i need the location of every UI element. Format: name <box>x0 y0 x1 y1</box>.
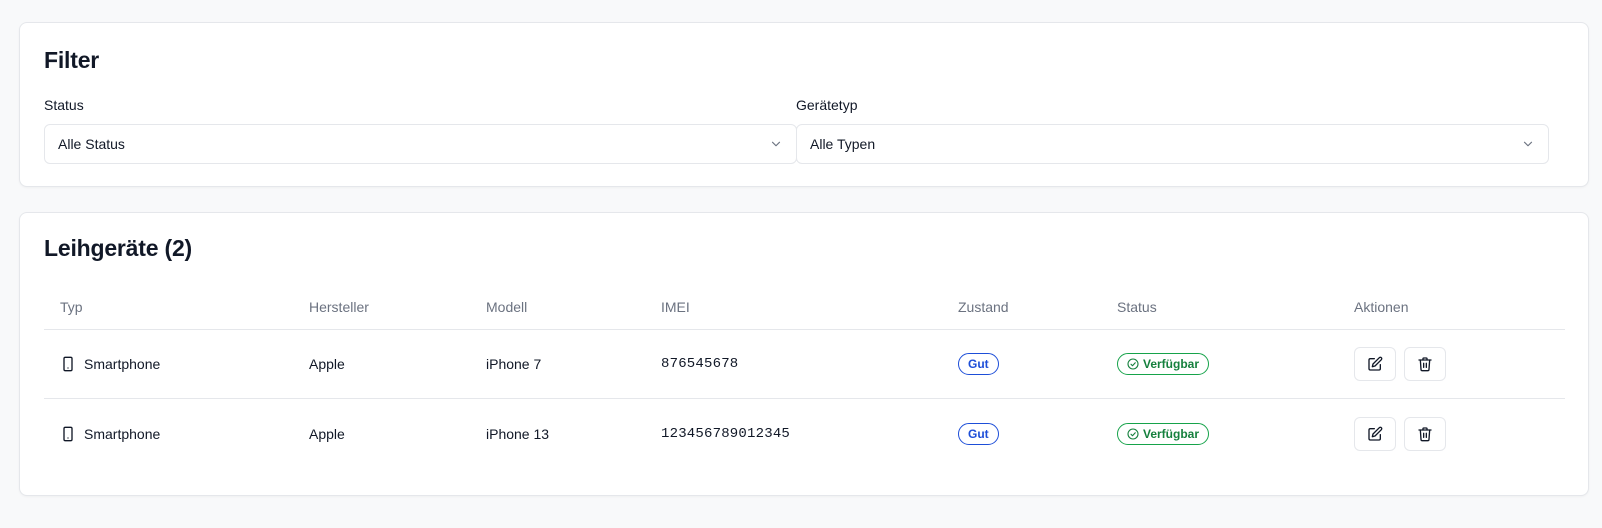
edit-icon <box>1368 426 1383 441</box>
type-cell: Smartphone <box>60 330 160 398</box>
devices-table: Typ Hersteller Modell IMEI Zustand Statu… <box>44 285 1565 468</box>
table-row: Smartphone Apple iPhone 13 1234567890123… <box>44 399 1565 468</box>
condition-badge: Gut <box>958 422 999 445</box>
condition-badge: Gut <box>958 353 999 375</box>
trash-icon <box>1418 426 1432 441</box>
delete-button[interactable] <box>1404 416 1446 451</box>
devices-card: Leihgeräte (2) Typ Hersteller Modell IME… <box>19 212 1589 496</box>
column-header-modell: Modell <box>486 299 528 315</box>
actions-cell <box>1354 330 1454 398</box>
edit-icon <box>1368 356 1383 371</box>
type-text: Smartphone <box>84 356 161 372</box>
status-cell: Verfügbar <box>1117 399 1210 468</box>
table-header: Typ Hersteller Modell IMEI Zustand Statu… <box>44 285 1565 330</box>
filter-title: Filter <box>44 47 100 73</box>
edit-button[interactable] <box>1354 347 1396 381</box>
column-header-hersteller: Hersteller <box>309 299 369 315</box>
chevron-down-icon <box>771 141 781 147</box>
condition-cell: Gut <box>958 330 999 398</box>
imei-cell: 123456789012345 <box>661 425 791 442</box>
condition-cell: Gut <box>958 399 999 468</box>
status-badge: Verfügbar <box>1117 422 1210 445</box>
status-cell: Verfügbar <box>1117 330 1210 398</box>
type-filter-label: Gerätetyp <box>796 97 858 113</box>
edit-button[interactable] <box>1354 416 1396 451</box>
actions-cell <box>1354 399 1454 468</box>
status-filter-select[interactable]: Alle Status <box>44 124 797 164</box>
status-badge: Verfügbar <box>1117 353 1210 375</box>
status-badge-text: Verfügbar <box>1143 426 1200 441</box>
status-filter-value: Alle Status <box>58 136 125 152</box>
delete-button[interactable] <box>1404 347 1446 381</box>
model-cell: iPhone 7 <box>486 356 542 372</box>
imei-cell: 876545678 <box>661 356 739 372</box>
chevron-down-icon <box>1523 141 1533 147</box>
smartphone-icon <box>63 356 73 372</box>
column-header-aktionen: Aktionen <box>1354 299 1409 315</box>
check-circle-icon <box>1127 427 1139 440</box>
column-header-imei: IMEI <box>661 299 690 315</box>
type-filter-select[interactable]: Alle Typen <box>796 124 1549 164</box>
trash-icon <box>1418 357 1432 372</box>
column-header-typ: Typ <box>60 299 83 315</box>
model-cell: iPhone 13 <box>486 425 550 442</box>
column-header-status: Status <box>1117 299 1157 315</box>
type-cell: Smartphone <box>60 399 160 468</box>
status-badge-text: Verfügbar <box>1143 357 1200 371</box>
filter-card: Filter Status Alle Status Gerätetyp Alle… <box>19 22 1589 187</box>
manufacturer-cell: Apple <box>309 356 345 372</box>
manufacturer-cell: Apple <box>309 425 345 442</box>
table-row: Smartphone Apple iPhone 7 876545678 Gut … <box>44 330 1565 399</box>
type-text: Smartphone <box>84 425 161 442</box>
check-circle-icon <box>1127 358 1139 370</box>
smartphone-icon <box>63 426 73 441</box>
column-header-zustand: Zustand <box>958 299 1009 315</box>
type-filter-value: Alle Typen <box>810 136 876 152</box>
devices-title: Leihgeräte (2) <box>44 235 193 261</box>
status-filter-label: Status <box>44 97 84 113</box>
